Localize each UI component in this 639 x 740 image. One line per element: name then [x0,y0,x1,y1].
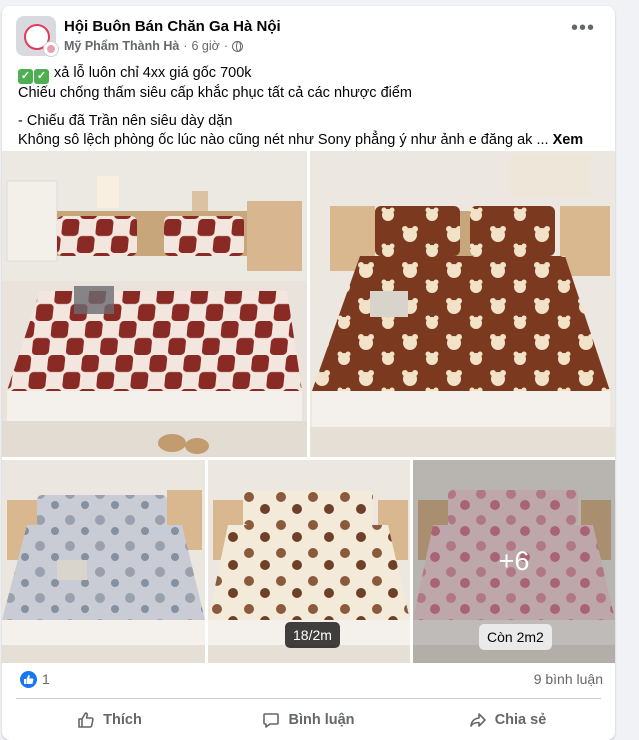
photo-3[interactable] [2,460,205,663]
like-reaction-icon[interactable] [20,671,37,688]
group-name[interactable]: Hội Buôn Bán Chăn Ga Hà Nội [64,18,281,35]
post-meta: Mỹ Phẩm Thành Hà · 6 giờ · [64,39,243,53]
author-name[interactable]: Mỹ Phẩm Thành Hà [64,39,179,53]
photo-1[interactable] [2,151,307,457]
photo-4[interactable]: 18/2m [208,460,410,663]
post-stats: 1 9 bình luận [16,670,603,690]
photo-2[interactable] [310,151,615,457]
comment-button[interactable]: Bình luận [209,703,408,737]
post-line-1-text: xả lỗ luôn chỉ 4xx giá gốc 700k [54,65,252,81]
post-line-2: Chiếu chống thấm siêu cấp khắc phục tất … [18,85,413,101]
thumbs-up-icon [78,712,94,728]
check-icon: ✓ [18,69,33,84]
comment-icon [263,713,280,728]
check-icon: ✓ [34,69,49,84]
photo-grid: 18/2m +6 Còn 2m2 [2,151,615,663]
photo-5-more[interactable]: +6 Còn 2m2 [413,460,615,663]
share-button[interactable]: Chia sẻ [408,703,607,737]
size-tag: 18/2m [285,622,340,648]
like-button[interactable]: Thích [10,703,209,737]
post-line-1: ✓ ✓ xả lỗ luôn chỉ 4xx giá gốc 700k [18,64,601,84]
meta-separator: · [223,39,228,53]
meta-separator: · [183,39,188,53]
globe-icon [232,40,243,52]
like-label: Thích [103,712,142,728]
comment-count[interactable]: 9 bình luận [534,671,603,687]
share-icon [469,713,486,727]
post-time[interactable]: 6 giờ [191,39,219,53]
more-options-button[interactable]: ••• [569,18,597,42]
post-header: Hội Buôn Bán Chăn Ga Hà Nội Mỹ Phẩm Thàn… [16,16,605,60]
post-line-4-text: Không sô lệch phòng ốc lúc nào cũng nét … [18,132,549,148]
stock-tag: Còn 2m2 [479,624,552,650]
author-avatar[interactable] [43,41,59,57]
share-label: Chia sẻ [494,712,547,728]
like-count[interactable]: 1 [42,671,50,687]
post-spacer [18,104,601,112]
divider [16,698,601,699]
comment-label: Bình luận [288,712,355,728]
action-bar: Thích Bình luận Chia sẻ [10,703,607,737]
post-card: Hội Buôn Bán Chăn Ga Hà Nội Mỹ Phẩm Thàn… [2,6,615,740]
post-line-3: - Chiếu đã Trần nên siêu dày dặn [18,112,233,129]
